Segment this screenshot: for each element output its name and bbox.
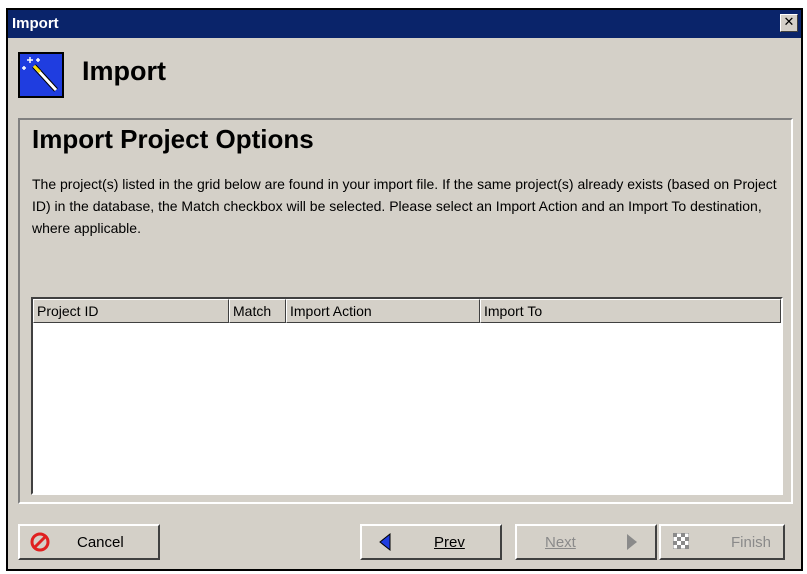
wizard-footer: Cancel Prev Next Finish — [8, 510, 801, 569]
arrow-right-icon — [627, 534, 637, 550]
cancel-button[interactable]: Cancel — [18, 524, 160, 560]
grid-body[interactable] — [33, 323, 781, 491]
next-button[interactable]: Next — [515, 524, 657, 560]
prev-button-label: Prev — [434, 534, 465, 551]
column-header-match[interactable]: Match — [229, 299, 286, 323]
cancel-icon — [30, 532, 50, 552]
finish-button-label: Finish — [731, 534, 772, 551]
close-icon: ✕ — [783, 15, 795, 30]
title-bar[interactable]: Import ✕ — [8, 10, 801, 38]
arrow-left-icon — [379, 532, 391, 552]
column-header-import-to[interactable]: Import To — [480, 299, 781, 323]
window-title: Import — [12, 15, 59, 32]
wizard-header-title: Import — [82, 56, 166, 86]
close-button[interactable]: ✕ — [780, 14, 798, 32]
instructions-text: The project(s) listed in the grid below … — [32, 176, 777, 236]
import-dialog: Import ✕ Import Import Project Options T… — [6, 8, 803, 571]
projects-grid[interactable]: Project ID Match Import Action Import To — [31, 297, 783, 495]
cancel-button-label: Cancel — [77, 534, 124, 551]
options-panel: Import Project Options The project(s) li… — [18, 118, 793, 504]
next-button-label: Next — [545, 534, 576, 551]
prev-button[interactable]: Prev — [360, 524, 502, 560]
column-header-project-id[interactable]: Project ID — [33, 299, 229, 323]
checkered-flag-icon — [673, 533, 689, 549]
grid-header-row: Project ID Match Import Action Import To — [33, 299, 781, 323]
wizard-wand-icon — [18, 52, 64, 98]
column-header-import-action[interactable]: Import Action — [286, 299, 480, 323]
wizard-header: Import — [8, 38, 801, 108]
finish-button[interactable]: Finish — [659, 524, 785, 560]
page-title: Import Project Options — [32, 124, 314, 154]
